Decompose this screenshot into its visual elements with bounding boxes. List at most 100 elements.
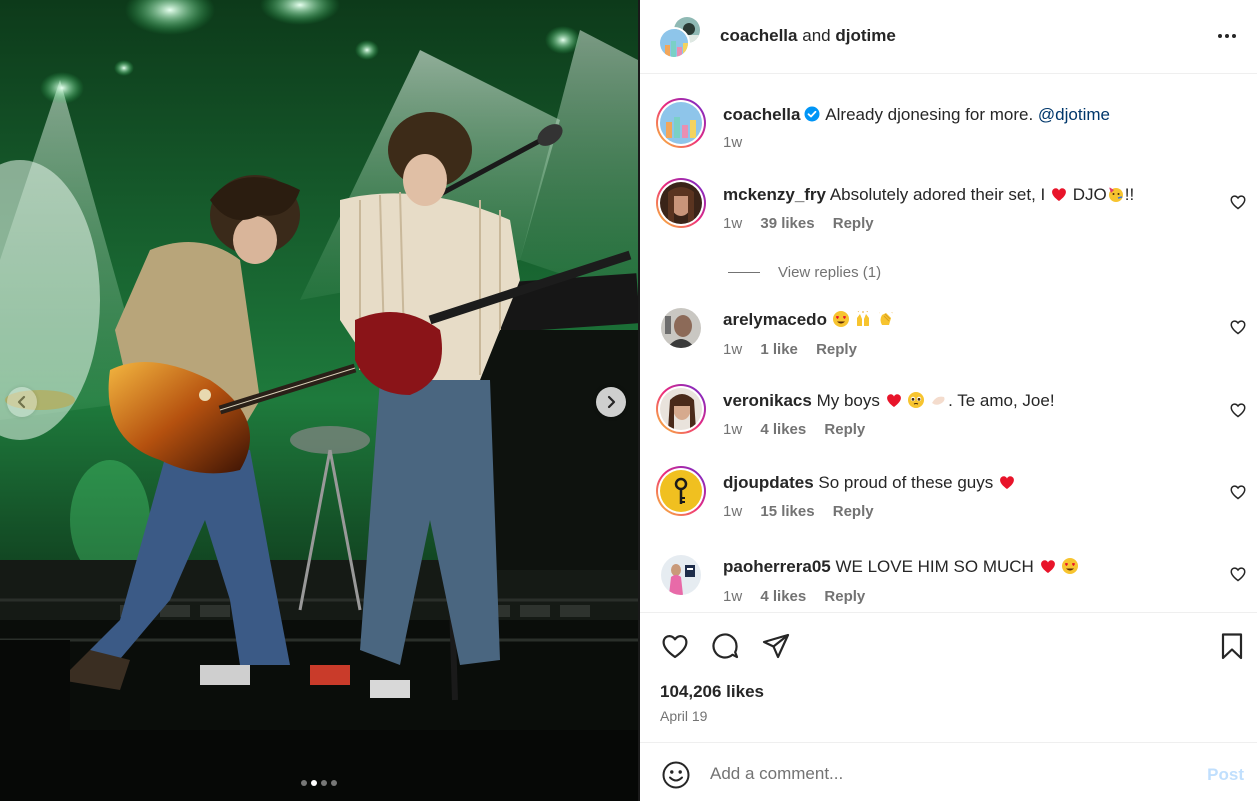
comment-likes[interactable]: 4 likes (760, 588, 806, 605)
carousel-dot-active (311, 780, 317, 786)
commenter-avatar[interactable] (656, 178, 706, 228)
comment-time[interactable]: 1w (723, 421, 742, 438)
carousel-dot (301, 780, 307, 786)
caption-text: coachella Already djonesing for more. @d… (723, 104, 1110, 126)
reply-button[interactable]: Reply (824, 588, 865, 605)
author-avatar[interactable] (658, 27, 690, 59)
comment-composer: Post (640, 742, 1257, 801)
comment-likes[interactable]: 39 likes (760, 215, 814, 232)
collab-avatars[interactable] (658, 15, 704, 59)
comment-meta: 1w 4 likes Reply (723, 421, 879, 438)
comment-username[interactable]: mckenzy_fry (723, 185, 826, 204)
comment-username[interactable]: djoupdates (723, 473, 814, 492)
post-comment-button[interactable]: Post (1207, 765, 1244, 785)
comment-time[interactable]: 1w (723, 341, 742, 358)
caption-time[interactable]: 1w (723, 134, 742, 151)
view-replies-line (728, 272, 760, 273)
hand-heart-emoji-icon (932, 396, 945, 405)
header-connector: and (802, 26, 831, 45)
comment-body: My boys (816, 391, 880, 410)
commenter-avatar[interactable] (661, 555, 701, 595)
comment-input[interactable] (710, 757, 1190, 791)
comment-time[interactable]: 1w (723, 503, 742, 520)
comment-username[interactable]: paoherrera05 (723, 557, 831, 576)
clapping-hands-emoji-icon (878, 310, 894, 325)
comment-body-end: !! (1124, 185, 1135, 204)
emoji-icon[interactable] (661, 760, 691, 790)
comment-time[interactable]: 1w (723, 588, 742, 605)
comment-body-end: . Te amo, Joe! (948, 391, 1055, 410)
header-title: coachella and djotime (720, 26, 896, 46)
comment-icon[interactable] (710, 631, 740, 661)
red-heart-emoji-icon (1040, 560, 1055, 573)
comment-likes[interactable]: 4 likes (760, 421, 806, 438)
comment-likes[interactable]: 1 like (760, 341, 798, 358)
caption-body: Already djonesing for more. (825, 105, 1034, 124)
comment-text: veronikacs My boys . Te amo, Joe! (723, 390, 1055, 412)
post-media (0, 0, 638, 801)
concert-photo (0, 0, 638, 801)
post-details-pane: coachella and djotime coachella Already … (640, 0, 1257, 801)
comment-text: djoupdates So proud of these guys (723, 472, 1016, 494)
post-actions: 104,206 likes April 19 (640, 612, 1257, 742)
post-date[interactable]: April 19 (660, 708, 707, 724)
commenter-avatar[interactable] (656, 384, 706, 434)
comment-meta: 1w 1 like Reply (723, 341, 871, 358)
caption-username[interactable]: coachella (723, 105, 801, 124)
comment-meta: 1w 39 likes Reply (723, 215, 888, 232)
more-icon[interactable] (1215, 26, 1239, 46)
carousel-next-button[interactable] (596, 387, 626, 417)
comment-like-heart-icon[interactable] (1229, 565, 1247, 583)
post-header: coachella and djotime (640, 0, 1257, 74)
bookmark-icon[interactable] (1217, 631, 1247, 661)
carousel-previous-button[interactable] (7, 387, 37, 417)
carousel-indicator (0, 780, 638, 786)
carousel-dot (331, 780, 337, 786)
comment-like-heart-icon[interactable] (1229, 318, 1247, 336)
heart-eyes-emoji-icon (1062, 558, 1079, 574)
comment-meta: 1w 15 likes Reply (723, 503, 888, 520)
collaborator-username[interactable]: djotime (835, 26, 895, 45)
red-heart-emoji-icon (1052, 188, 1066, 201)
comment-like-heart-icon[interactable] (1229, 193, 1247, 211)
comment-body-mid: DJO (1072, 185, 1107, 204)
red-heart-emoji-icon (886, 394, 901, 407)
view-replies-label: View replies (1) (778, 264, 882, 281)
reply-button[interactable]: Reply (824, 421, 865, 438)
reply-button[interactable]: Reply (816, 341, 857, 358)
comment-text: mckenzy_fry Absolutely adored their set,… (723, 184, 1134, 206)
comment-body: WE LOVE HIM SO MUCH (835, 557, 1034, 576)
verified-badge-icon (804, 106, 819, 122)
caption-avatar[interactable] (656, 98, 706, 148)
commenter-avatar[interactable] (661, 308, 701, 348)
caption-mention[interactable]: @djotime (1038, 105, 1110, 124)
carousel-dot (321, 780, 327, 786)
reply-button[interactable]: Reply (833, 503, 874, 520)
comments-list[interactable]: coachella Already djonesing for more. @d… (640, 74, 1257, 612)
comment-body: So proud of these guys (818, 473, 994, 492)
comment-time[interactable]: 1w (723, 215, 742, 232)
chevron-left-icon (17, 395, 26, 409)
share-icon[interactable] (761, 631, 791, 661)
heart-icon[interactable] (660, 631, 690, 661)
comment-text: arelymacedo (723, 309, 895, 331)
reply-button[interactable]: Reply (833, 215, 874, 232)
chevron-right-icon (607, 395, 616, 409)
author-username[interactable]: coachella (720, 26, 798, 45)
comment-body: Absolutely adored their set, I (829, 185, 1046, 204)
party-face-emoji-icon (1108, 187, 1123, 202)
red-heart-emoji-icon (1000, 476, 1014, 489)
view-replies-button[interactable]: View replies (1) (728, 264, 881, 281)
comment-likes[interactable]: 15 likes (760, 503, 814, 520)
comment-meta: 1w 4 likes Reply (723, 588, 879, 605)
comment-username[interactable]: veronikacs (723, 391, 812, 410)
comment-text: paoherrera05 WE LOVE HIM SO MUCH (723, 556, 1079, 578)
comment-like-heart-icon[interactable] (1229, 483, 1247, 501)
pleading-face-emoji-icon (908, 392, 925, 408)
post-likes-count[interactable]: 104,206 likes (660, 682, 764, 702)
commenter-avatar[interactable] (656, 466, 706, 516)
comment-username[interactable]: arelymacedo (723, 310, 827, 329)
caption-meta: 1w (723, 134, 756, 151)
comment-like-heart-icon[interactable] (1229, 401, 1247, 419)
heart-eyes-emoji-icon (832, 311, 849, 327)
